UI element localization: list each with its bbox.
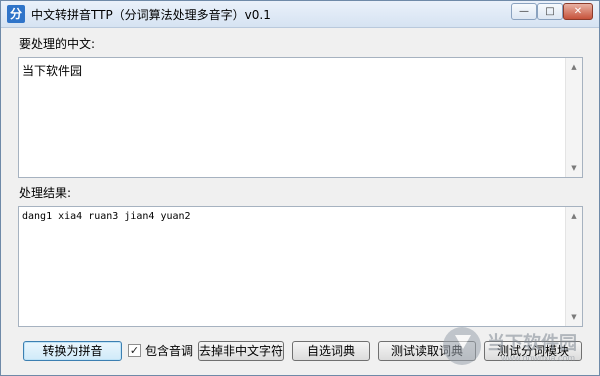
input-label: 要处理的中文: xyxy=(19,37,96,51)
scroll-up-arrow-icon[interactable]: ▲ xyxy=(566,209,582,223)
scroll-down-arrow-icon[interactable]: ▼ xyxy=(566,310,582,324)
result-output-text: dang1 xia4 ruan3 jian4 yuan2 xyxy=(22,211,191,222)
output-scrollbar[interactable]: ▲ ▼ xyxy=(565,207,582,326)
scroll-up-arrow-icon[interactable]: ▲ xyxy=(566,60,582,74)
chinese-input-textarea[interactable]: 当下软件园 ▲ ▼ xyxy=(18,57,583,178)
include-tones-label: 包含音调 xyxy=(145,344,194,358)
remove-non-chinese-button[interactable]: 去掉非中文字符 xyxy=(198,341,284,361)
watermark-url: www.downxia.com xyxy=(501,353,576,363)
convert-to-pinyin-button[interactable]: 转换为拼音 xyxy=(23,341,122,361)
close-button[interactable]: ✕ xyxy=(563,3,593,20)
checkbox-check-icon[interactable]: ✓ xyxy=(128,344,141,357)
watermark: 当下软件园 www.downxia.com xyxy=(441,323,597,373)
scroll-down-arrow-icon[interactable]: ▼ xyxy=(566,161,582,175)
output-label: 处理结果: xyxy=(19,186,72,200)
title-bar[interactable]: 分 中文转拼音TTP（分词算法处理多音字）v0.1 — □ ✕ xyxy=(1,1,599,28)
window-title: 中文转拼音TTP（分词算法处理多音字）v0.1 xyxy=(31,8,271,22)
app-icon: 分 xyxy=(7,5,25,23)
maximize-button[interactable]: □ xyxy=(537,3,563,20)
minimize-button[interactable]: — xyxy=(511,3,537,20)
app-window: 分 中文转拼音TTP（分词算法处理多音字）v0.1 — □ ✕ 要处理的中文: … xyxy=(0,0,600,376)
choose-dictionary-button[interactable]: 自选词典 xyxy=(292,341,370,361)
chinese-input-text: 当下软件园 xyxy=(22,64,83,78)
download-logo-icon xyxy=(443,327,481,365)
result-output-textarea[interactable]: dang1 xia4 ruan3 jian4 yuan2 ▲ ▼ xyxy=(18,206,583,327)
input-scrollbar[interactable]: ▲ ▼ xyxy=(565,58,582,177)
watermark-text: 当下软件园 xyxy=(487,333,577,354)
